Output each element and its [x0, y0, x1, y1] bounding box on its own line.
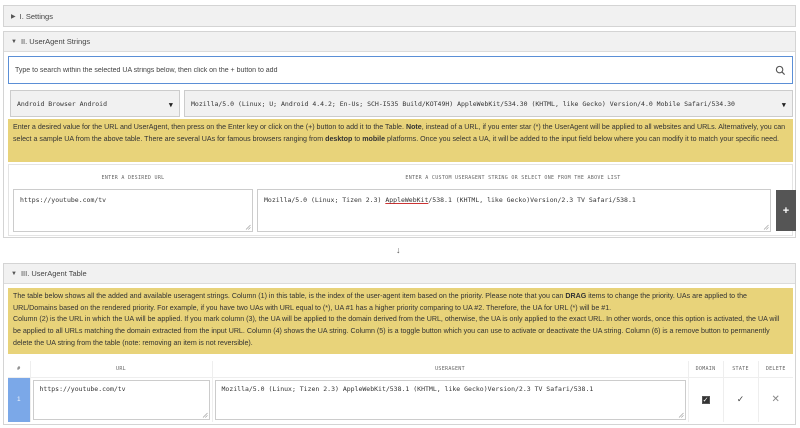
settings-header[interactable]: ▶ I. Settings	[4, 6, 795, 26]
caret-down-icon: ▼	[11, 38, 17, 45]
dropdown-arrow-icon: ▼	[168, 101, 173, 109]
note-text: The table below shows all the added and …	[13, 292, 566, 300]
settings-panel: ▶ I. Settings	[3, 5, 796, 27]
dropdown-arrow-icon: ▼	[781, 101, 786, 109]
ua-search-box	[8, 56, 793, 84]
note-text: platforms. Once you select a UA, it will…	[385, 134, 779, 143]
note-paragraph: Column (2) is the URL in which the UA wi…	[13, 315, 780, 347]
row-useragent-value: Mozilla/5.0 (Linux; Tizen 2.3) AppleWebK…	[221, 384, 594, 393]
col-useragent-header: USERAGENT	[212, 361, 689, 377]
ua-search-input[interactable]	[15, 66, 755, 74]
url-input-value: https://youtube.com/tv	[20, 196, 107, 204]
note-bold: desktop	[325, 134, 353, 143]
resize-grip-icon[interactable]	[245, 224, 251, 230]
ua-table-panel: ▼ III. UserAgent Table The table below s…	[3, 263, 796, 425]
col-domain-header: DOMAIN	[688, 361, 724, 377]
useragent-input[interactable]: Mozilla/5.0 (Linux; Tizen 2.3) AppleWebK…	[257, 189, 771, 232]
url-input[interactable]: https://youtube.com/tv	[13, 189, 253, 232]
row-url-cell: https://youtube.com/tv	[30, 376, 213, 422]
url-column-label: ENTER A DESIRED URL	[101, 175, 165, 181]
row-url-value: https://youtube.com/tv	[39, 384, 126, 393]
row-delete-cell: ✕	[758, 376, 793, 422]
resize-grip-icon[interactable]	[678, 412, 684, 418]
col-url-header: URL	[30, 361, 213, 377]
row-useragent-input[interactable]: Mozilla/5.0 (Linux; Tizen 2.3) AppleWebK…	[214, 379, 686, 420]
ua-table-header[interactable]: ▼ III. UserAgent Table	[4, 264, 795, 284]
browser-select[interactable]: Android Browser Android ▼	[10, 90, 180, 117]
ua-sample-select[interactable]: Mozilla/5.0 (Linux; U; Android 4.4.2; En…	[184, 90, 793, 117]
state-toggle-check-icon[interactable]: ✓	[737, 394, 745, 404]
ua-input-value: /538.1 (KHTML, like Gecko)Version/2.3 TV…	[428, 196, 636, 204]
ua-sample-select-value: Mozilla/5.0 (Linux; U; Android 4.4.2; En…	[191, 99, 735, 108]
row-index: 1	[16, 396, 21, 403]
note-text: to	[352, 134, 363, 143]
row-url-input[interactable]: https://youtube.com/tv	[32, 379, 210, 420]
table-header-row: # URL USERAGENT DOMAIN STATE DELETE	[8, 361, 793, 377]
domain-checkbox[interactable]: ✓	[701, 395, 710, 404]
caret-down-icon: ▼	[11, 270, 17, 277]
browser-select-value: Android Browser Android	[17, 99, 108, 108]
resize-grip-icon[interactable]	[202, 412, 208, 418]
note-text: Enter a desired value for the URL and Us…	[13, 123, 406, 131]
col-index-header: #	[8, 361, 31, 377]
col-state-header: STATE	[723, 361, 759, 377]
ua-strings-title: II. UserAgent Strings	[20, 37, 91, 46]
note-paragraph: The table below shows all the added and …	[13, 291, 788, 314]
settings-title: I. Settings	[19, 11, 53, 21]
add-ua-button[interactable]: +	[776, 190, 796, 231]
row-state-cell: ✓	[723, 376, 759, 422]
ua-input-value: Mozilla/5.0 (Linux; Tizen 2.3)	[264, 196, 386, 204]
ua-table: # URL USERAGENT DOMAIN STATE DELETE 1 ht…	[8, 361, 793, 422]
delete-x-icon[interactable]: ✕	[772, 394, 780, 405]
note-bold: Note	[405, 123, 422, 131]
search-icon[interactable]	[775, 65, 786, 76]
ua-table-note: The table below shows all the added and …	[8, 288, 793, 354]
col-delete-header: DELETE	[765, 365, 786, 372]
row-useragent-cell: Mozilla/5.0 (Linux; Tizen 2.3) AppleWebK…	[212, 376, 689, 422]
ua-strings-panel: ▼ II. UserAgent Strings Android Browser …	[3, 31, 796, 238]
note-bold: mobile	[362, 134, 386, 143]
add-ua-form: ENTER A DESIRED URL ENTER A CUSTOM USERA…	[8, 164, 796, 236]
ua-input-value-underlined: AppleWebKit	[385, 196, 429, 204]
note-bold: DRAG	[565, 292, 587, 300]
table-row[interactable]: 1 https://youtube.com/tv Mozilla/5.0 (Li…	[8, 376, 793, 422]
ua-strings-note: Enter a desired value for the URL and Us…	[8, 119, 793, 162]
caret-right-icon: ▶	[11, 13, 16, 20]
arrow-down-icon: ↓	[396, 245, 401, 255]
row-domain-cell: ✓	[688, 376, 724, 422]
plus-icon: +	[782, 204, 790, 217]
resize-grip-icon[interactable]	[763, 224, 769, 230]
row-index-handle[interactable]: 1	[8, 376, 31, 422]
ua-column-label: ENTER A CUSTOM USERAGENT STRING OR SELEC…	[405, 175, 621, 181]
ua-table-title: III. UserAgent Table	[20, 269, 87, 278]
ua-strings-header[interactable]: ▼ II. UserAgent Strings	[4, 32, 795, 52]
